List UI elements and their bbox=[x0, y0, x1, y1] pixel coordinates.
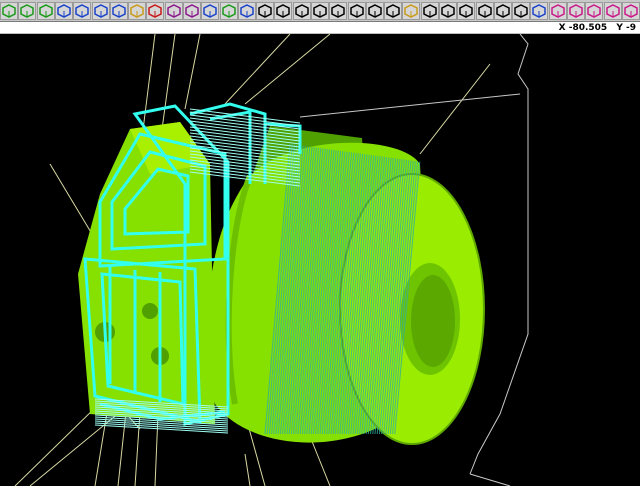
cad-application-window: X -80.505 Y -9 bbox=[0, 0, 640, 486]
layers-icon[interactable] bbox=[220, 2, 238, 20]
line-icon[interactable] bbox=[274, 2, 292, 20]
rectangle-icon[interactable] bbox=[348, 2, 366, 20]
y-coordinate-readout: Y -9 bbox=[616, 23, 636, 33]
sigma-icon[interactable] bbox=[256, 2, 274, 20]
translate-icon[interactable] bbox=[622, 2, 640, 20]
view-front-icon[interactable] bbox=[73, 2, 91, 20]
grid-snap-icon[interactable] bbox=[165, 2, 183, 20]
cursor-coordinates: X -80.505 Y -9 bbox=[553, 22, 636, 34]
undo-icon[interactable] bbox=[201, 2, 219, 20]
project-icon[interactable] bbox=[585, 2, 603, 20]
cancel-icon[interactable] bbox=[146, 2, 164, 20]
x-coordinate-readout: X -80.505 bbox=[558, 23, 608, 33]
view-cube-icon[interactable] bbox=[18, 2, 36, 20]
graphics-viewport[interactable] bbox=[0, 34, 640, 486]
divide-icon[interactable] bbox=[494, 2, 512, 20]
analyze-icon[interactable] bbox=[530, 2, 548, 20]
stretch-icon[interactable] bbox=[604, 2, 622, 20]
view-iso-icon[interactable] bbox=[0, 2, 18, 20]
xform-icon[interactable] bbox=[384, 2, 402, 20]
delete-cross-icon[interactable] bbox=[476, 2, 494, 20]
view-side-icon[interactable] bbox=[92, 2, 110, 20]
point-icon[interactable] bbox=[366, 2, 384, 20]
chamfer-icon[interactable] bbox=[421, 2, 439, 20]
trim-icon[interactable] bbox=[439, 2, 457, 20]
sphere-icon[interactable] bbox=[238, 2, 256, 20]
offset-icon[interactable] bbox=[567, 2, 585, 20]
fillet-icon[interactable] bbox=[311, 2, 329, 20]
arc-icon[interactable] bbox=[293, 2, 311, 20]
view-solid-icon[interactable] bbox=[37, 2, 55, 20]
arrow-icon[interactable] bbox=[512, 2, 530, 20]
view-top-icon[interactable] bbox=[55, 2, 73, 20]
3d-model-view[interactable] bbox=[0, 34, 640, 486]
main-toolbar bbox=[0, 0, 640, 22]
break-icon[interactable] bbox=[457, 2, 475, 20]
pencil-icon[interactable] bbox=[128, 2, 146, 20]
transform-icon[interactable] bbox=[183, 2, 201, 20]
mirror-icon[interactable] bbox=[549, 2, 567, 20]
spline-icon[interactable] bbox=[329, 2, 347, 20]
coordinate-status-bar: X -80.505 Y -9 bbox=[0, 22, 640, 34]
solid-icon[interactable] bbox=[402, 2, 420, 20]
view-box-icon[interactable] bbox=[110, 2, 128, 20]
